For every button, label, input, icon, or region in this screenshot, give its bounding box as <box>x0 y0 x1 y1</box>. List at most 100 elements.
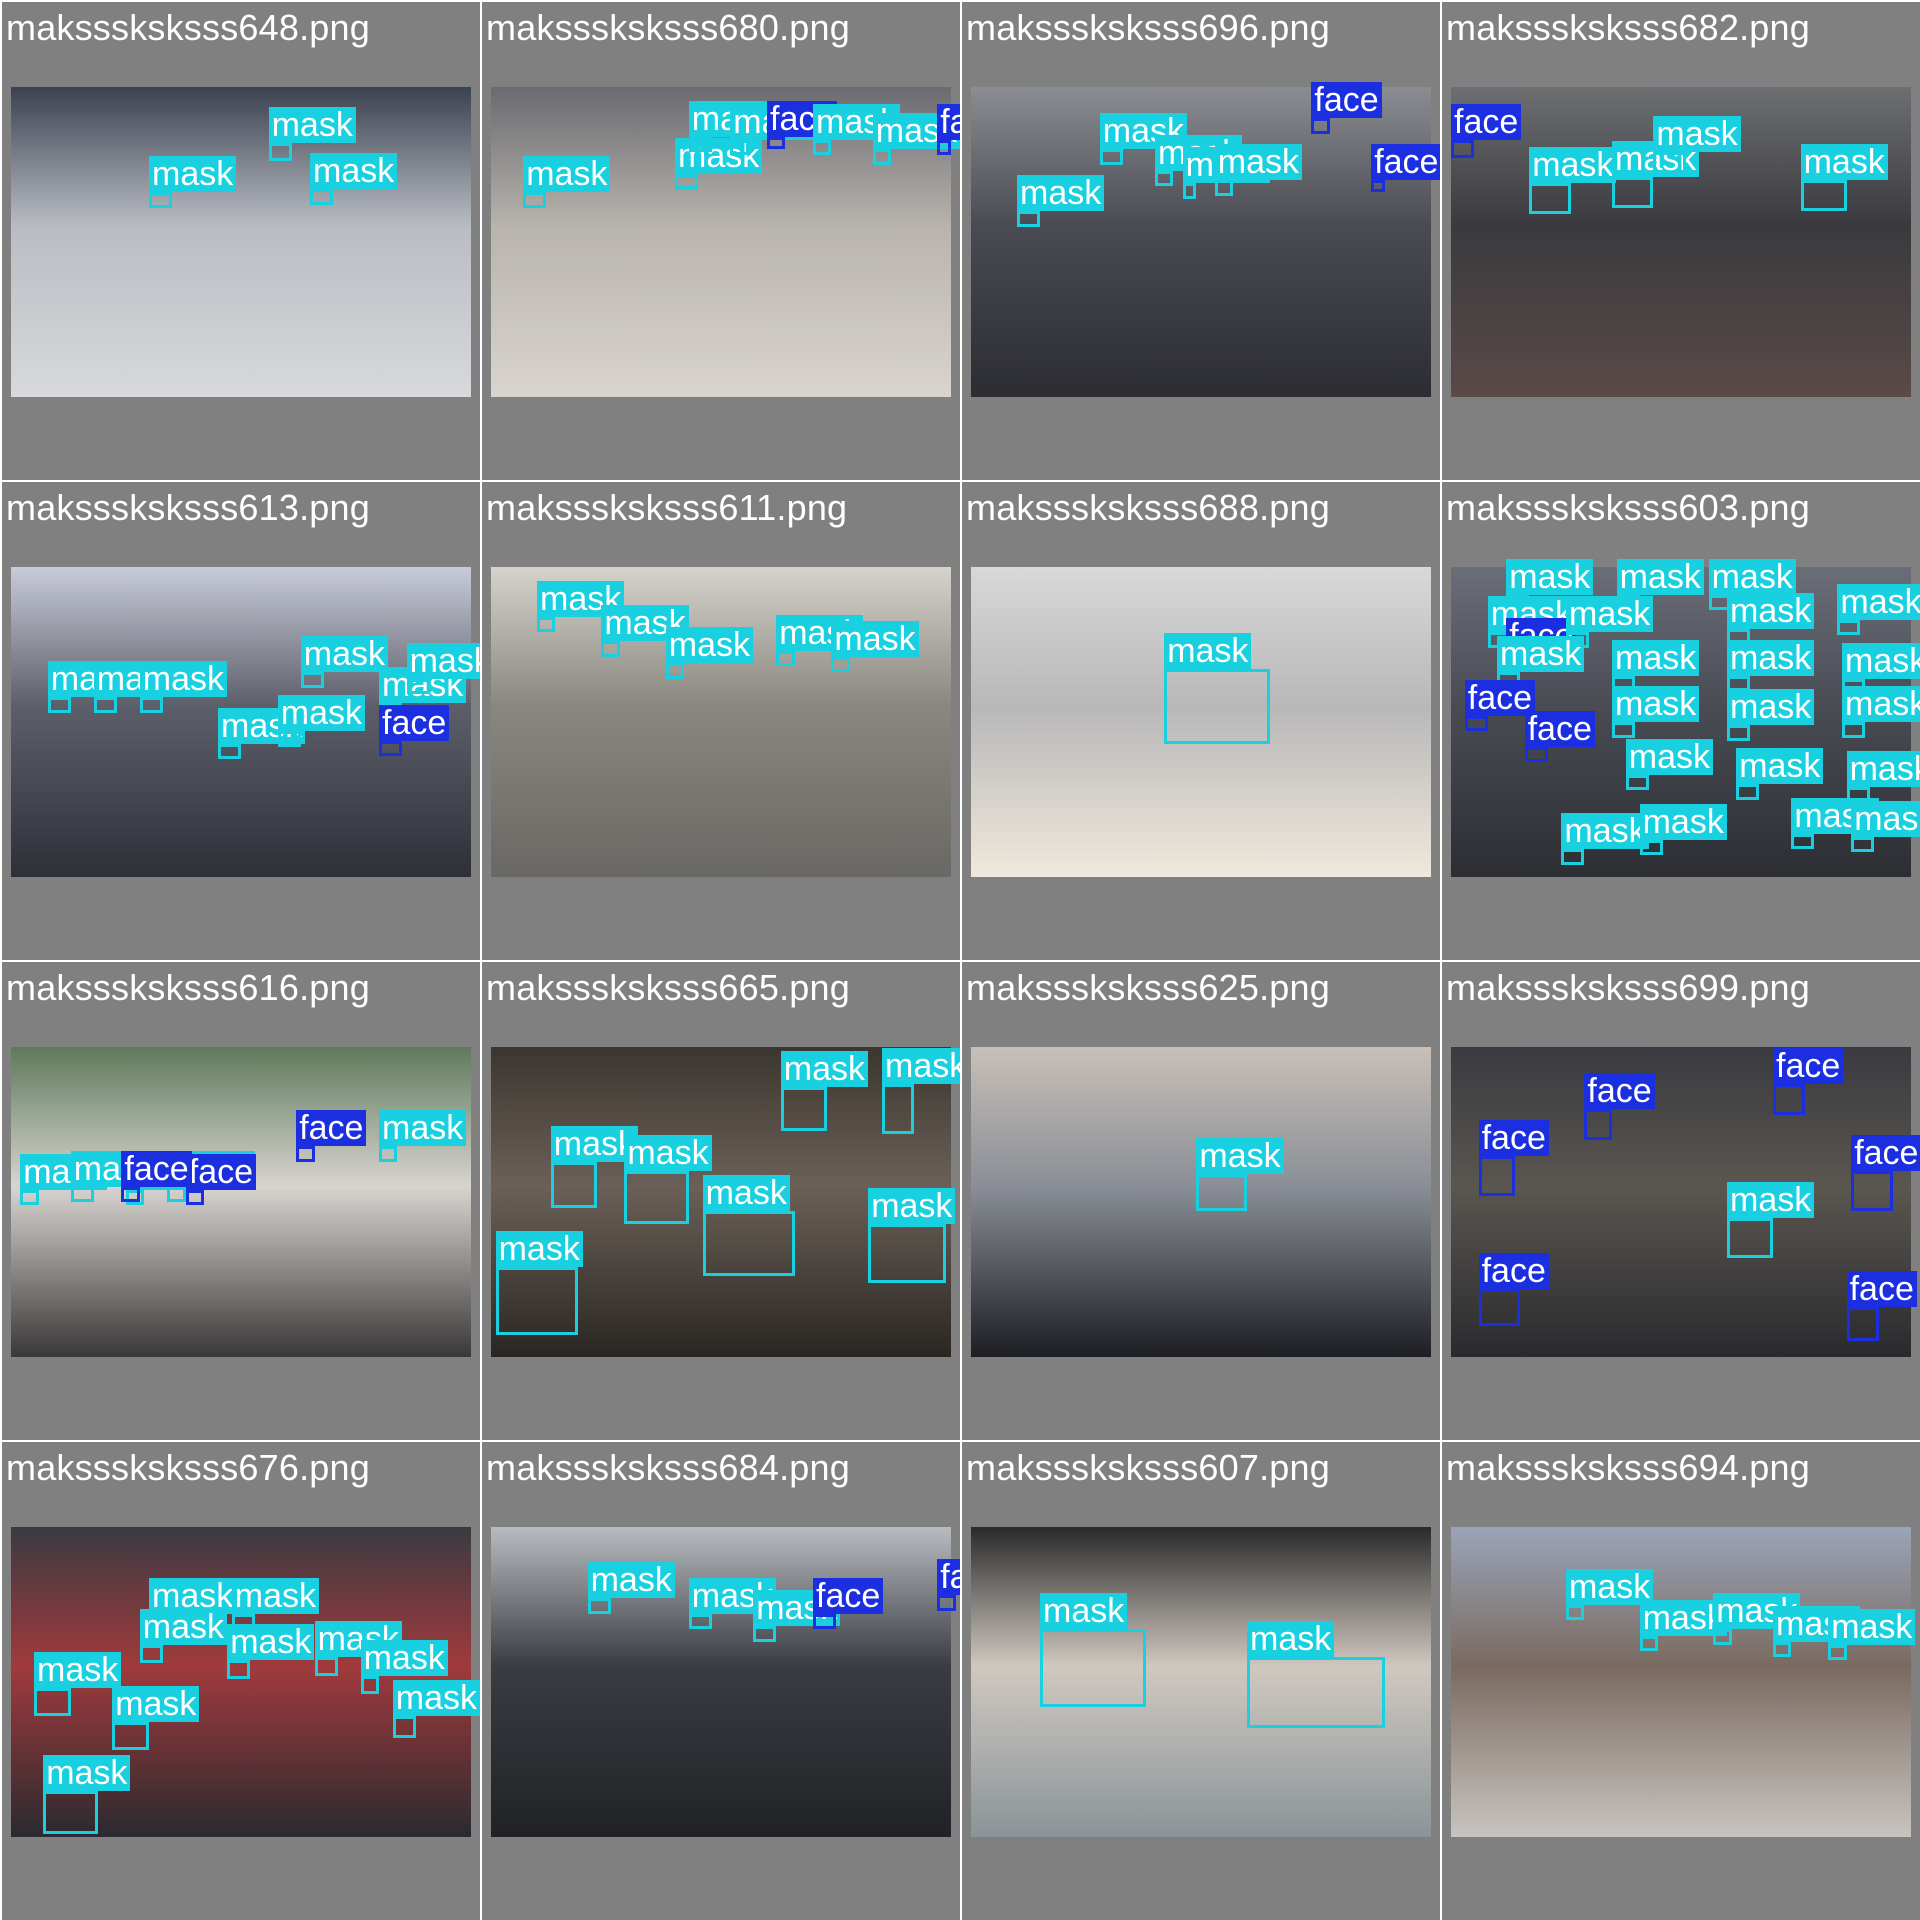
image-tile[interactable]: maksssksksss613.png mask mask mask mask mask m… <box>2 482 480 960</box>
image-filename: maksssksksss696.png <box>966 7 1330 48</box>
image-tile[interactable]: maksssksksss694.png mask mask mask mask mask <box>1442 1442 1920 1920</box>
mask-label: mask <box>1842 642 1920 679</box>
image-tile[interactable]: maksssksksss684.pngmaskmaskmaskfaceface <box>482 1442 960 1920</box>
photo: mask <box>971 567 1431 877</box>
mask-box <box>70 1186 94 1202</box>
mask-box <box>149 192 172 208</box>
mask-box <box>1612 722 1635 738</box>
mask-label: mask <box>1708 558 1796 595</box>
face-label: face <box>813 1577 884 1614</box>
mask-label: mask <box>1736 748 1824 784</box>
image-filename: maksssksksss613.png <box>6 487 370 528</box>
image-tile[interactable]: maksssksksss680.pngmaskmaskmaskmaskfacem… <box>482 2 960 480</box>
mask-label: mask <box>34 1652 122 1689</box>
image-tile[interactable]: maksssksksss616.png maskmaskmaskmaskfacef… <box>2 962 480 1440</box>
face-box <box>1478 1155 1516 1196</box>
mask-box <box>872 149 892 165</box>
mask-label: mask <box>139 661 228 698</box>
mask-box <box>1791 833 1815 850</box>
mask-box <box>1851 836 1875 853</box>
mask-label: mask <box>1837 583 1920 620</box>
mask-label: mask <box>379 1110 467 1147</box>
mask-box <box>139 697 163 713</box>
face-label: face <box>1478 1119 1549 1156</box>
mask-label: mask <box>1196 1138 1284 1175</box>
mask-box <box>1625 774 1649 791</box>
photo: mask mask mask mask mask <box>1451 1527 1916 1837</box>
face-box <box>1371 180 1385 193</box>
mask-box <box>43 1790 99 1834</box>
face-box <box>937 1595 956 1611</box>
mask-label: mask <box>1727 1181 1815 1218</box>
image-tile[interactable]: maksssksksss665.png mask mask mask mask mask m… <box>482 962 960 1440</box>
image-tile[interactable]: maksssksksss607.png mask mask <box>962 1442 1440 1920</box>
mask-box <box>550 1161 597 1209</box>
mask-label: mask <box>1727 639 1815 676</box>
mask-box <box>1164 669 1270 744</box>
face-box <box>1524 746 1548 763</box>
image-filename: maksssksksss694.png <box>1446 1447 1810 1488</box>
face-label: face <box>1311 82 1382 118</box>
mask-label: mask <box>149 156 237 193</box>
photo-scene <box>11 87 471 397</box>
image-filename: maksssksksss616.png <box>6 967 370 1008</box>
prediction-grid: maksssksksss648.png mask mask mask maksssksk… <box>0 0 1920 1920</box>
mask-label: mask <box>1566 596 1654 633</box>
face-label: face <box>379 704 450 741</box>
image-filename: maksssksksss625.png <box>966 967 1330 1008</box>
mask-box <box>1099 149 1123 165</box>
image-tile[interactable]: maksssksksss688.png mask <box>962 482 1440 960</box>
mask-box <box>20 1189 39 1206</box>
mask-label: mask <box>1506 558 1594 595</box>
mask-label: mask <box>1247 1621 1335 1658</box>
image-tile[interactable]: maksssksksss699.png face face face face mask f… <box>1442 962 1920 1440</box>
image-tile[interactable]: maksssksksss696.pngmaskmaskmaskmaskmaskf… <box>962 2 1440 480</box>
image-tile[interactable]: maksssksksss611.png mask mask mask mask mask <box>482 482 960 960</box>
mask-label: mask <box>231 1577 320 1614</box>
mask-label: mask <box>1164 633 1252 670</box>
mask-box <box>1247 1657 1385 1729</box>
mask-box <box>1727 1217 1773 1258</box>
photo-scene <box>491 1527 951 1837</box>
mask-box <box>34 1688 71 1717</box>
mask-label: mask <box>43 1754 131 1791</box>
face-label: face <box>1773 1048 1844 1085</box>
face-box <box>1451 139 1474 159</box>
mask-label: mask <box>112 1686 200 1723</box>
face-label: face <box>1851 1135 1920 1171</box>
mask-box <box>813 139 832 156</box>
mask-label: mask <box>139 1608 228 1645</box>
image-tile[interactable]: maksssksksss648.png mask mask mask <box>2 2 480 480</box>
face-label: face <box>937 103 960 140</box>
mask-label: mask <box>1842 686 1920 722</box>
image-tile[interactable]: maksssksksss603.pngmaskmaskmaskmaskfacem… <box>1442 482 1920 960</box>
mask-box <box>1196 1174 1247 1212</box>
mask-box <box>1842 722 1865 738</box>
photo: mask mask mask mask mask mask mask mask mask mask <box>11 1527 480 1837</box>
image-tile[interactable]: maksssksksss676.png mask mask mask mask mask m… <box>2 1442 480 1920</box>
photo: maskmaskmaskmaskfacemaskmaskface <box>491 87 960 397</box>
mask-label: mask <box>882 1048 960 1085</box>
mask-label: mask <box>1529 147 1617 184</box>
image-tile[interactable]: maksssksksss625.png mask <box>962 962 1440 1440</box>
mask-box <box>753 1626 777 1642</box>
mask-box <box>1155 170 1174 187</box>
mask-box <box>1040 1629 1146 1707</box>
image-tile[interactable]: maksssksksss682.png face mask mask mask mask <box>1442 2 1920 480</box>
photo: maskmaskmaskmaskfacefacemaskface <box>11 1047 471 1357</box>
mask-box <box>1639 839 1663 856</box>
mask-box <box>882 1084 915 1134</box>
mask-box <box>1800 180 1847 211</box>
mask-label: mask <box>406 642 480 679</box>
mask-box <box>688 136 712 153</box>
mask-label: mask <box>523 156 611 193</box>
face-box <box>1584 1109 1612 1140</box>
mask-box <box>780 1087 827 1131</box>
mask-box <box>688 1613 712 1630</box>
mask-box <box>268 142 292 162</box>
mask-label: mask <box>1653 116 1741 153</box>
mask-label: mask <box>1846 751 1920 788</box>
image-filename: maksssksksss611.png <box>486 487 848 528</box>
mask-label: mask <box>360 1639 448 1676</box>
mask-box <box>1182 183 1197 199</box>
